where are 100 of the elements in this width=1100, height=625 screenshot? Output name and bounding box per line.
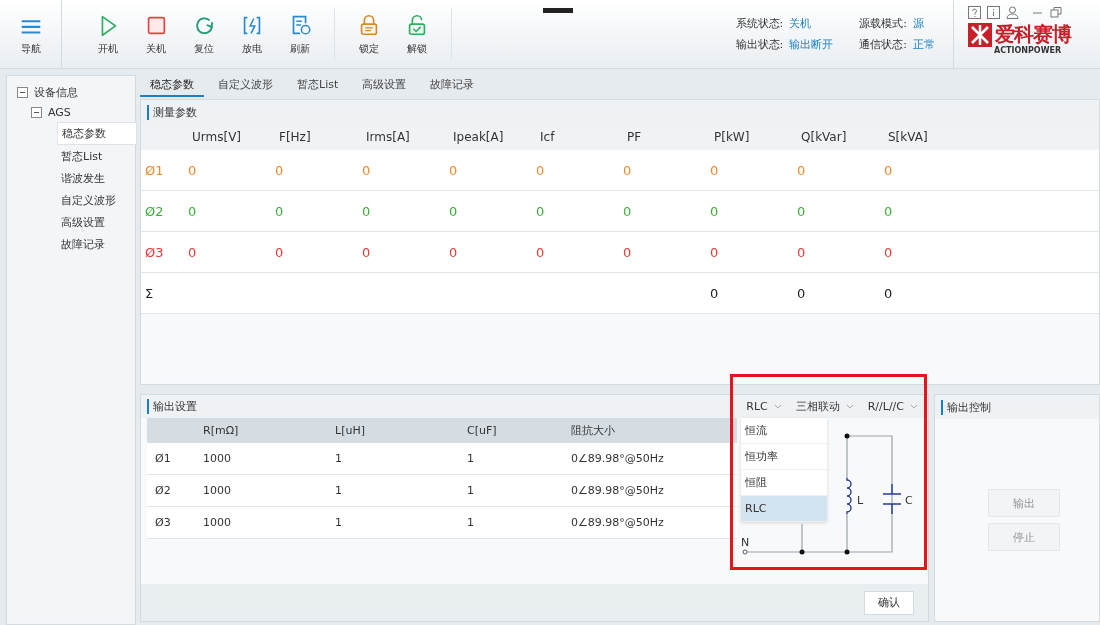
chevron-icon: [910, 403, 918, 410]
mode-select[interactable]: R//L//C: [863, 399, 922, 415]
toolbar-button[interactable]: 导航: [0, 0, 62, 68]
info-icon[interactable]: [987, 6, 1000, 19]
confirm-button[interactable]: 确认: [864, 590, 914, 615]
drag-handle[interactable]: [543, 8, 573, 13]
tree-node[interactable]: AGS: [48, 106, 71, 119]
status-value: 正常: [913, 38, 935, 51]
toolbar-button[interactable]: 刷新: [276, 8, 324, 60]
help-icon[interactable]: [968, 6, 981, 19]
dropdown-option[interactable]: 恒功率: [741, 444, 827, 471]
dropdown-option[interactable]: RLC: [741, 496, 827, 523]
table-cell-text: 0: [797, 243, 807, 262]
table-cell-text: 0: [188, 161, 198, 180]
table-cell-text: 0: [710, 202, 720, 221]
logo-subtitle: ACTIONPOWER: [994, 46, 1063, 55]
column-header: PF: [626, 129, 643, 146]
table-cell-text: 0: [884, 284, 894, 303]
column-header: P[kW]: [713, 129, 751, 146]
sidebar-item[interactable]: 暂态List: [57, 146, 137, 167]
status-label: 通信状态:: [859, 38, 907, 51]
table-cell-text: Ø1: [154, 451, 172, 468]
table-cell-text: 0: [710, 161, 720, 180]
table-cell-text: 0: [362, 161, 372, 180]
tree-node[interactable]: 设备信息: [34, 85, 78, 100]
table-cell-text: 1: [334, 483, 343, 500]
table-cell-text: Ø1: [144, 161, 165, 180]
table-cell-text: 0: [449, 202, 459, 221]
table-cell-text: 0∠89.98°@50Hz: [570, 483, 665, 500]
table-cell-text: 0: [884, 161, 894, 180]
table-cell-text: 1000: [202, 483, 232, 500]
sidebar-item[interactable]: 高级设置: [57, 212, 137, 233]
table-cell-text: 0: [536, 243, 546, 262]
table-cell-text: 0: [536, 161, 546, 180]
status-value: 关机: [789, 17, 812, 30]
table-cell-text: 0: [797, 202, 807, 221]
sidebar-item[interactable]: 故障记录: [57, 234, 137, 255]
column-header: Irms[A]: [365, 129, 411, 146]
table-cell-text: 0: [884, 243, 894, 262]
toolbar-button[interactable]: 解锁: [393, 8, 441, 60]
table-cell-text: Σ: [144, 284, 155, 303]
table-cell-text: 0: [710, 284, 720, 303]
table-cell-text: 0: [275, 202, 285, 221]
sidebar-item[interactable]: 稳态参数: [57, 122, 137, 145]
table-cell-text: 0: [449, 243, 459, 262]
status-label: 源载模式:: [859, 17, 907, 30]
column-header: R[mΩ]: [202, 423, 240, 440]
table-cell-text: 0∠89.98°@50Hz: [570, 451, 665, 468]
restore-icon[interactable]: [1050, 6, 1063, 19]
column-header: Icf: [539, 129, 556, 146]
column-header: Urms[V]: [191, 129, 243, 146]
user-icon[interactable]: [1006, 6, 1019, 19]
toolbar-button[interactable]: 锁定: [345, 8, 393, 60]
panel-title: 测量参数: [147, 104, 197, 120]
logo-text: 爱科赛博: [995, 21, 1071, 46]
tab[interactable]: 自定义波形: [208, 73, 283, 97]
table-cell-text: Ø2: [144, 202, 165, 221]
table-cell-text: 1000: [202, 515, 232, 532]
toolbar-button[interactable]: 关机: [132, 8, 180, 60]
status-value: 输出断开: [789, 38, 834, 51]
toolbar-button[interactable]: 开机: [84, 8, 132, 60]
tab[interactable]: 高级设置: [352, 73, 417, 97]
table-cell-text: 0: [623, 243, 633, 262]
panel-title: 输出控制: [941, 399, 991, 415]
table-cell-text: 1: [466, 515, 475, 532]
column-header: F[Hz]: [278, 129, 312, 146]
status-label: 系统状态:: [735, 17, 784, 30]
mode-select[interactable]: RLC: [742, 399, 786, 415]
dropdown-option[interactable]: 恒流: [741, 418, 827, 445]
table-cell-text: 0: [362, 202, 372, 221]
sidebar-item[interactable]: 谐波发生: [57, 168, 137, 189]
tab[interactable]: 稳态参数: [140, 73, 204, 97]
table-cell-text: Ø2: [154, 483, 172, 500]
dropdown-option[interactable]: 恒阻: [741, 470, 827, 497]
table-cell-text: Ø3: [154, 515, 172, 532]
collapse-icon[interactable]: [17, 87, 28, 98]
table-cell-text: Ø3: [144, 243, 165, 262]
table-cell-text: 1: [466, 483, 475, 500]
tab[interactable]: 暂态List: [287, 73, 349, 97]
column-header: C[uF]: [466, 423, 498, 440]
table-cell-text: 1000: [202, 451, 232, 468]
table-cell-text: 0: [275, 161, 285, 180]
toolbar-button[interactable]: 放电: [228, 8, 276, 60]
column-header: Ipeak[A]: [452, 129, 505, 146]
tab[interactable]: 故障记录: [420, 73, 485, 97]
chevron-icon: [845, 403, 854, 410]
toolbar-button[interactable]: 复位: [180, 8, 228, 60]
status-label: 输出状态:: [735, 38, 784, 51]
panel-title: 输出设置: [147, 399, 197, 415]
table-cell-text: 0: [536, 202, 546, 221]
table-cell-text: 0: [188, 243, 198, 262]
logo-icon: [968, 22, 992, 47]
table-cell-text: 1: [466, 451, 475, 468]
table-cell-text: 0: [275, 243, 285, 262]
collapse-icon[interactable]: [31, 107, 42, 118]
mode-select[interactable]: 三相联动: [791, 399, 858, 415]
table-cell-text: 1: [334, 515, 343, 532]
status-value: 源: [913, 17, 924, 30]
column-header: Q[kVar]: [800, 129, 848, 146]
sidebar-item[interactable]: 自定义波形: [57, 190, 137, 211]
